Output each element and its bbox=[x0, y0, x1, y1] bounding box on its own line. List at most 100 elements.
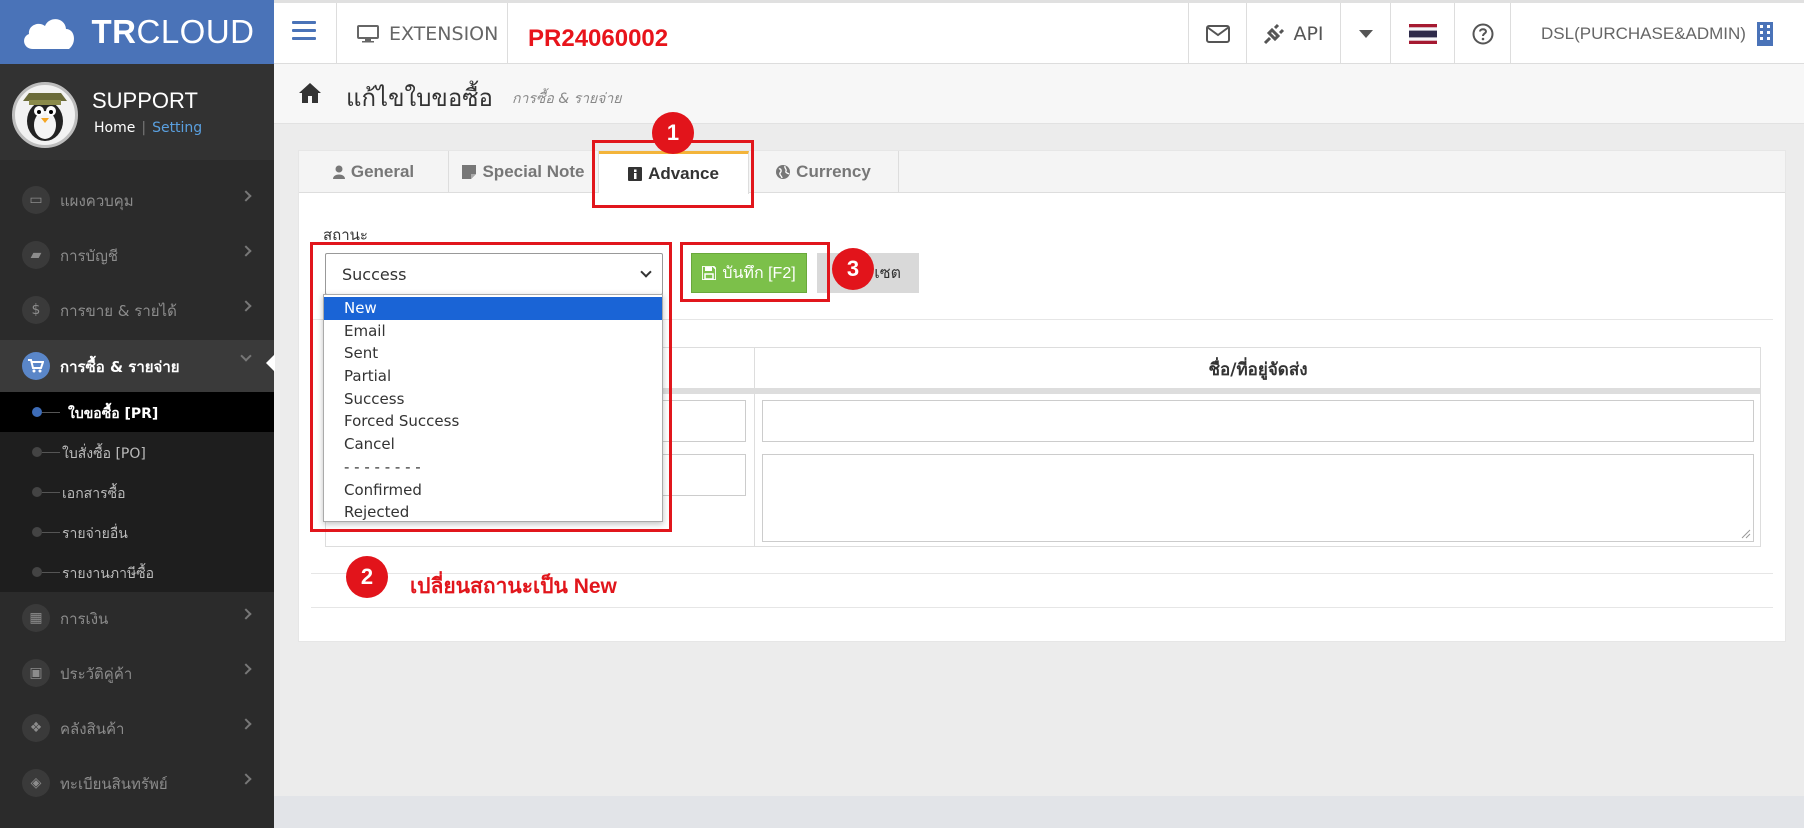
user-menu[interactable]: DSL(PURCHASE&ADMIN) bbox=[1510, 3, 1804, 64]
logo-text: TRCLOUD bbox=[91, 13, 255, 50]
home-icon[interactable] bbox=[298, 82, 322, 104]
sidebar: TRCLOUD SUPPORT Home | Setting ▭ แผงควบคุม… bbox=[0, 0, 275, 828]
chevron-right-icon bbox=[240, 300, 252, 312]
annotation-badge-2: 2 bbox=[346, 556, 388, 598]
chevron-right-icon bbox=[240, 773, 252, 785]
monitor-icon: ▭ bbox=[22, 186, 50, 214]
user-icon bbox=[332, 165, 345, 179]
sidebar-item-label: ประวัติคู่ค้า bbox=[60, 665, 133, 683]
tab-special-note[interactable]: Special Note bbox=[449, 151, 599, 193]
mail-button[interactable] bbox=[1188, 3, 1246, 64]
contact-card-icon: ▣ bbox=[22, 659, 50, 687]
sidebar-subitem-label: เอกสารซื้อ bbox=[62, 486, 126, 502]
cart-icon bbox=[22, 352, 50, 380]
sidebar-item-label: แผงควบคุม bbox=[60, 192, 134, 210]
active-indicator bbox=[266, 354, 275, 372]
shipping-address-textarea[interactable] bbox=[762, 454, 1754, 542]
sidebar-subitem-label: รายจ่ายอื่น bbox=[62, 526, 128, 542]
tree-line bbox=[42, 572, 60, 573]
sidebar-item-label: การบัญชี bbox=[60, 247, 119, 265]
app-logo[interactable]: TRCLOUD bbox=[0, 0, 274, 64]
sidebar-item-partners[interactable]: ▣ ประวัติคู่ค้า bbox=[0, 649, 274, 697]
annotation-badge-1: 1 bbox=[652, 112, 694, 154]
tabs-bar: General Special Note Advance Currency bbox=[299, 151, 1785, 194]
api-button[interactable]: API bbox=[1246, 3, 1340, 64]
tree-line bbox=[42, 452, 60, 453]
tab-label: Currency bbox=[796, 162, 871, 181]
tab-label: General bbox=[350, 162, 415, 181]
divider bbox=[311, 607, 1773, 608]
tree-line bbox=[42, 492, 60, 493]
annotation-box-status-dropdown bbox=[310, 242, 672, 532]
sidebar-item-inventory[interactable]: ❖ คลังสินค้า bbox=[0, 704, 274, 752]
document-number: PR24060002 bbox=[528, 25, 669, 52]
cloud-icon bbox=[24, 19, 75, 49]
reset-button-label: เซต bbox=[874, 262, 901, 282]
user-label: DSL(PURCHASE&ADMIN) bbox=[1541, 23, 1746, 43]
chevron-right-icon bbox=[240, 663, 252, 675]
tree-line bbox=[42, 532, 60, 533]
user-profile: SUPPORT Home | Setting bbox=[0, 64, 274, 160]
resize-handle-icon[interactable] bbox=[1741, 529, 1751, 539]
home-link[interactable]: Home bbox=[94, 120, 135, 136]
penguin-avatar-icon bbox=[23, 93, 67, 141]
bullet-icon bbox=[32, 447, 42, 457]
sidebar-item-assets[interactable]: ◈ ทะเบียนสินทรัพย์ bbox=[0, 759, 274, 807]
tab-general[interactable]: General bbox=[299, 151, 449, 193]
setting-link[interactable]: Setting bbox=[152, 120, 202, 136]
dropdown-button[interactable] bbox=[1340, 3, 1390, 64]
sidebar-item-label: ทะเบียนสินทรัพย์ bbox=[60, 775, 168, 793]
caret-down-icon bbox=[1358, 29, 1373, 38]
calendar-icon: ▦ bbox=[22, 604, 50, 632]
chevron-down-icon bbox=[240, 350, 252, 362]
shipping-name-address-header: ชื่อ/ที่อยู่จัดส่ง bbox=[1208, 360, 1308, 380]
bullet-icon bbox=[32, 487, 42, 497]
annotation-note: เปลี่ยนสถานะเป็น New bbox=[410, 575, 617, 598]
sidebar-subitem-other-expenses[interactable]: รายจ่ายอื่น bbox=[0, 512, 274, 552]
thai-flag-icon bbox=[1408, 23, 1437, 44]
book-icon: ▰ bbox=[22, 241, 50, 269]
annotation-box-save-button bbox=[680, 242, 830, 302]
sidebar-subitem-po[interactable]: ใบสั่งซื้อ [PO] bbox=[0, 432, 274, 472]
language-button[interactable] bbox=[1390, 3, 1454, 64]
sidebar-subitem-purchase-docs[interactable]: เอกสารซื้อ bbox=[0, 472, 274, 512]
sidebar-item-label: การเงิน bbox=[60, 610, 109, 628]
page-header: แก้ไขใบขอซื้อ การซื้อ & รายจ่าย bbox=[274, 64, 1804, 124]
chevron-right-icon bbox=[240, 190, 252, 202]
bullet-icon bbox=[32, 527, 42, 537]
api-label: API bbox=[1293, 22, 1324, 45]
chevron-right-icon bbox=[240, 718, 252, 730]
sidebar-item-label: การซื้อ & รายจ่าย bbox=[60, 358, 180, 376]
sidebar-subitem-label: รายงานภาษีซื้อ bbox=[62, 566, 155, 582]
tree-line bbox=[42, 412, 60, 413]
tab-currency[interactable]: Currency bbox=[749, 151, 899, 193]
shipping-name-input[interactable] bbox=[762, 400, 1754, 442]
sidebar-subitem-pr[interactable]: ใบขอซื้อ [PR] bbox=[0, 392, 274, 432]
profile-links: Home | Setting bbox=[94, 120, 202, 136]
sidebar-item-sales[interactable]: $ การขาย & รายได้ bbox=[0, 286, 274, 334]
monitor-icon bbox=[357, 24, 379, 42]
sidebar-item-accounting[interactable]: ▰ การบัญชี bbox=[0, 231, 274, 279]
avatar bbox=[12, 82, 78, 148]
sidebar-item-purchasing[interactable]: การซื้อ & รายจ่าย bbox=[0, 340, 274, 392]
link-separator: | bbox=[141, 120, 147, 136]
extension-label: EXTENSION bbox=[389, 22, 499, 45]
sidebar-item-dashboard[interactable]: ▭ แผงควบคุม bbox=[0, 176, 274, 224]
bullet-icon bbox=[32, 567, 42, 577]
bullet-icon bbox=[32, 407, 42, 417]
sidebar-item-finance[interactable]: ▦ การเงิน bbox=[0, 594, 274, 642]
hamburger-menu-icon[interactable] bbox=[292, 21, 316, 41]
sidebar-subitem-purchase-tax-report[interactable]: รายงานภาษีซื้อ bbox=[0, 552, 274, 592]
question-circle-icon bbox=[1472, 23, 1493, 44]
tab-label: Special Note bbox=[482, 162, 585, 181]
diamond-icon: ◈ bbox=[22, 769, 50, 797]
sidebar-subitem-label: ใบขอซื้อ [PR] bbox=[68, 406, 159, 422]
envelope-icon bbox=[1205, 24, 1230, 43]
column-divider bbox=[754, 348, 755, 546]
globe-icon bbox=[776, 165, 791, 179]
extension-button[interactable]: EXTENSION bbox=[336, 3, 508, 64]
help-button[interactable] bbox=[1454, 3, 1510, 64]
footer-strip bbox=[274, 796, 1804, 828]
chevron-right-icon bbox=[240, 608, 252, 620]
chevron-right-icon bbox=[240, 245, 252, 257]
